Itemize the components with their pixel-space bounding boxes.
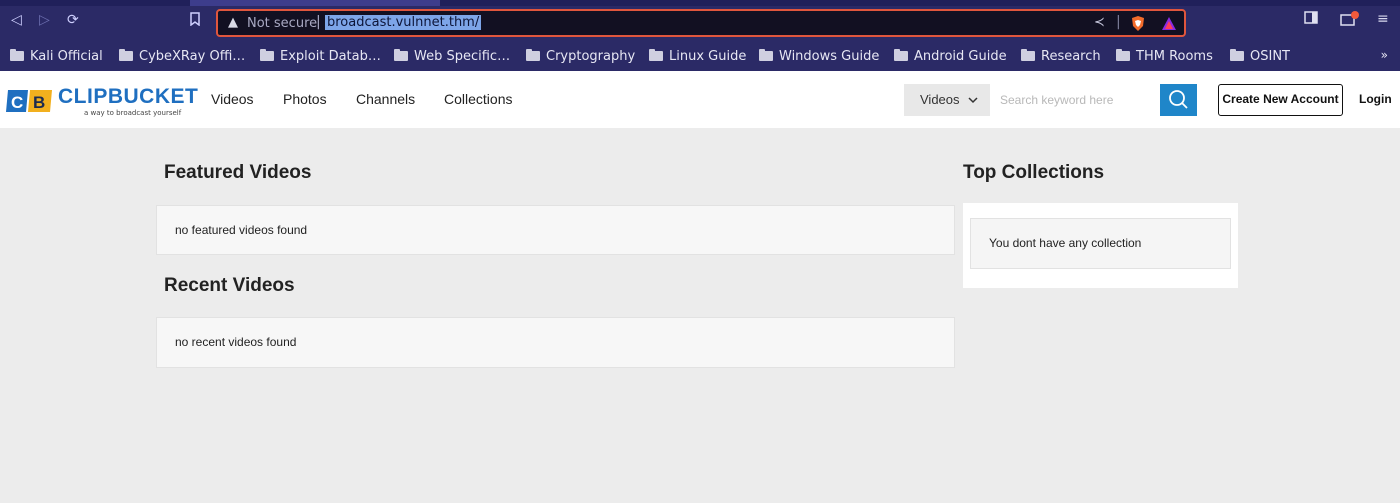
site-header: C B CLIPBUCKET a way to broadcast yourse… [0,71,1400,128]
bookmark-item[interactable]: OSINT [1230,46,1290,66]
svg-text:C: C [11,93,23,112]
recent-empty-message: no recent videos found [175,335,297,349]
bookmark-label: Windows Guide [779,48,880,64]
recent-videos-panel: no recent videos found [156,317,955,368]
search-input[interactable] [990,84,1160,116]
bookmark-label: OSINT [1250,48,1290,64]
folder-icon [1116,49,1130,61]
featured-videos-panel: no featured videos found [156,205,955,255]
folder-icon [260,49,274,61]
bookmark-item[interactable]: Linux Guide [649,46,746,66]
address-bar[interactable]: ▲ Not secure | broadcast.vulnnet.thm/ ≺ … [216,9,1186,37]
brave-rewards-icon[interactable] [1161,16,1177,31]
folder-icon [1230,49,1244,61]
bookmark-item[interactable]: Research [1021,46,1101,66]
login-link[interactable]: Login [1359,92,1392,106]
nav-collections[interactable]: Collections [444,91,512,107]
bookmark-item[interactable]: Cryptography [526,46,635,66]
bookmark-label: Kali Official [30,48,103,64]
create-account-button[interactable]: Create New Account [1218,84,1343,116]
active-tab[interactable] [190,0,440,6]
bookmarks-bar: Kali Official CybeXRay Offi… Exploit Dat… [0,40,1400,71]
folder-icon [10,49,24,61]
bookmark-item[interactable]: THM Rooms [1116,46,1213,66]
share-icon[interactable]: ≺ [1094,15,1105,30]
back-icon[interactable]: ◁ [11,12,22,28]
folder-icon [394,49,408,61]
bookmark-item[interactable]: Exploit Datab… [260,46,381,66]
browser-toolbar: ◁ ▷ ⟳ ▲ Not secure | broadcast.vulnnet.t… [0,0,1400,40]
bookmark-label: Exploit Datab… [280,48,381,64]
folder-icon [1021,49,1035,61]
search-icon [1169,90,1188,109]
brave-shield-icon[interactable] [1130,15,1146,32]
toolbar-divider: | [1116,14,1121,30]
security-label[interactable]: Not secure [247,16,317,31]
bookmark-item[interactable]: Android Guide [894,46,1007,66]
bookmark-label: Android Guide [914,48,1007,64]
warning-icon: ▲ [228,15,238,30]
bookmark-label: THM Rooms [1136,48,1213,64]
chevron-down-icon [968,92,978,107]
folder-icon [894,49,908,61]
bookmark-item[interactable]: CybeXRay Offi… [119,46,245,66]
logo-wordmark[interactable]: CLIPBUCKET [58,85,198,109]
folder-icon [119,49,133,61]
bookmark-label: CybeXRay Offi… [139,48,246,64]
collections-empty-box: You dont have any collection [970,218,1231,269]
bookmark-icon[interactable] [189,12,201,30]
collections-empty-message: You dont have any collection [989,236,1142,250]
svg-text:B: B [33,93,45,112]
bookmark-label: Web Specific… [414,48,511,64]
bookmark-item[interactable]: Kali Official [10,46,103,66]
featured-videos-heading: Featured Videos [164,162,312,183]
bookmark-item[interactable]: Web Specific… [394,46,510,66]
bookmark-label: Cryptography [546,48,636,64]
top-collections-panel: You dont have any collection [963,203,1238,288]
logo-tagline: a way to broadcast yourself [84,109,182,117]
nav-videos[interactable]: Videos [211,91,254,107]
search-category-select[interactable]: Videos [904,84,990,116]
bookmark-item[interactable]: Windows Guide [759,46,879,66]
recent-videos-heading: Recent Videos [164,275,295,296]
bookmark-label: Linux Guide [669,48,747,64]
bookmarks-overflow-button[interactable]: » [1381,48,1388,62]
wallet-icon[interactable] [1340,11,1360,31]
search-button[interactable] [1160,84,1197,116]
nav-photos[interactable]: Photos [283,91,327,107]
url-text[interactable]: broadcast.vulnnet.thm/ [325,15,482,30]
url-separator: | [316,14,321,30]
search-category-label: Videos [920,92,960,107]
nav-channels[interactable]: Channels [356,91,415,107]
folder-icon [526,49,540,61]
featured-empty-message: no featured videos found [175,223,308,237]
reload-icon[interactable]: ⟳ [67,12,79,28]
folder-icon [649,49,663,61]
sidebar-toggle-icon[interactable] [1304,11,1318,28]
clipbucket-logo-icon[interactable]: C B [6,88,54,114]
menu-icon[interactable]: ≡ [1377,11,1389,27]
forward-icon[interactable]: ▷ [39,12,50,28]
folder-icon [759,49,773,61]
top-collections-heading: Top Collections [963,162,1105,183]
bookmark-label: Research [1041,48,1101,64]
